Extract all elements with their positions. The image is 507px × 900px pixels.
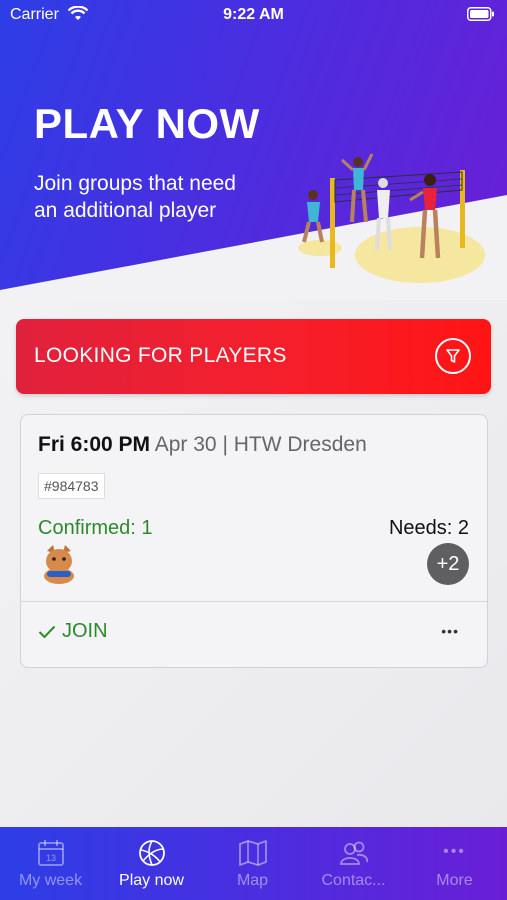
game-heading: Fri 6:00 PM Apr 30 | HTW Dresden [38, 433, 367, 457]
filter-bar-label: LOOKING FOR PLAYERS [34, 344, 287, 367]
player-avatar[interactable] [41, 543, 77, 585]
hero-subtitle: Join groups that need an additional play… [34, 172, 236, 222]
filter-icon[interactable] [435, 338, 471, 374]
volleyball-icon [138, 840, 165, 866]
tab-my-week[interactable]: 13 My week [0, 827, 101, 900]
needs-count: Needs: 2 [388, 517, 469, 539]
tab-more[interactable]: ••• More [404, 827, 505, 900]
confirmed-count: Confirmed: 1 [38, 517, 153, 539]
tab-label: Play now [119, 872, 184, 889]
checkmark-icon [38, 625, 56, 638]
calendar-icon: 13 [37, 840, 64, 866]
battery-icon [467, 7, 494, 21]
tab-label: More [436, 872, 473, 889]
more-options-button[interactable]: ••• [441, 623, 459, 639]
tab-label: Map [236, 872, 269, 889]
game-time: Fri 6:00 PM [38, 433, 151, 456]
looking-for-players-bar[interactable]: LOOKING FOR PLAYERS [16, 319, 491, 394]
page-title: PLAY NOW [34, 100, 260, 147]
tab-label: Contac... [321, 872, 386, 889]
status-bar: Carrier 9:22 AM [0, 0, 507, 30]
extra-players-badge[interactable]: +2 [427, 543, 469, 585]
tab-contacts[interactable]: Contac... [303, 827, 404, 900]
contacts-icon [339, 841, 368, 865]
join-label: JOIN [62, 620, 108, 642]
calendar-day: 13 [45, 853, 55, 863]
volleyball-players-illustration [298, 153, 485, 283]
game-date-location: Apr 30 | HTW Dresden [154, 433, 367, 456]
tab-map[interactable]: Map [202, 827, 303, 900]
map-icon [238, 840, 267, 866]
tab-play-now[interactable]: Play now [101, 827, 202, 900]
game-id-tag: #984783 [38, 473, 105, 499]
tab-label: My week [18, 872, 83, 889]
clock: 9:22 AM [223, 6, 284, 23]
more-icon: ••• [443, 843, 466, 860]
tab-bar: 13 My week Play now Map Contac... ••• Mo… [0, 827, 507, 900]
game-card[interactable]: Fri 6:00 PM Apr 30 | HTW Dresden #984783… [20, 414, 488, 668]
card-divider [21, 601, 487, 602]
join-button[interactable]: JOIN [38, 620, 108, 643]
